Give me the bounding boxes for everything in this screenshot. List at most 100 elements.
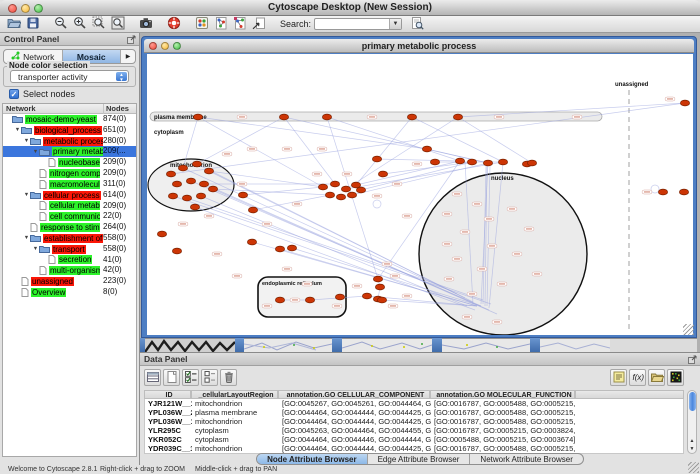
save-session-button[interactable] <box>23 17 42 32</box>
zoom-out-button[interactable] <box>51 17 70 32</box>
table-row[interactable]: YDR039C__1mitochondrion[GO:0044464, GO:0… <box>145 444 683 453</box>
unselect-attributes-button[interactable] <box>201 369 218 386</box>
import-attributes-button[interactable] <box>648 369 665 386</box>
network-node[interactable] <box>196 193 205 199</box>
tree-item-unassigned[interactable]: unassigned223(0) <box>3 276 136 287</box>
table-scrollbar[interactable]: ▲ ▼ <box>687 390 697 454</box>
table-row[interactable]: YPL036W__2plasma membrane[GO:0044464, GO… <box>145 408 683 417</box>
network-node[interactable] <box>377 297 386 303</box>
network-node[interactable] <box>527 160 536 166</box>
network-node[interactable] <box>190 204 199 210</box>
tree-expand-icon[interactable]: ▼ <box>32 246 39 252</box>
tree-item-establishment-of-lo[interactable]: ▼establishment of lo558(0) <box>3 233 136 244</box>
tree-item-macromolecule[interactable]: macromolecule311(0) <box>3 179 136 190</box>
tree-item-transport[interactable]: ▼transport558(0) <box>3 244 136 255</box>
network-node[interactable] <box>336 194 345 200</box>
tree-item-response-to-stimulu[interactable]: response to stimulu264(0) <box>3 222 136 233</box>
network-canvas[interactable]: plasma membranecytoplasmmitochondrionnuc… <box>147 54 693 335</box>
tree-item-mosaic-demo-yeast[interactable]: mosaic-demo-yeast874(0) <box>3 114 136 125</box>
attribute-table-button[interactable] <box>144 369 161 386</box>
help-button[interactable] <box>164 17 183 32</box>
network-node[interactable] <box>483 160 492 166</box>
network-node[interactable] <box>679 189 688 195</box>
tab-network-attribute-browser[interactable]: Network Attribute Browser <box>470 454 582 464</box>
network-node[interactable] <box>453 114 462 120</box>
network-node[interactable] <box>341 186 350 192</box>
tree-item-nitrogen-compo[interactable]: nitrogen compo209(0) <box>3 168 136 179</box>
network-node[interactable] <box>166 171 175 177</box>
delete-attribute-button[interactable] <box>220 369 237 386</box>
network-node[interactable] <box>305 297 314 303</box>
network-node[interactable] <box>680 100 689 106</box>
tab-node-attribute-browser[interactable]: Node Attribute Browser <box>257 454 368 464</box>
tree-expand-icon[interactable]: ▼ <box>23 192 30 198</box>
network-node[interactable] <box>422 146 431 152</box>
table-column-header[interactable]: annotation.GO MOLECULAR_FUNCTION <box>430 390 575 399</box>
network-node[interactable] <box>325 192 334 198</box>
tree-column-nodes[interactable]: Nodes <box>103 104 129 114</box>
network-node[interactable] <box>467 159 476 165</box>
tree-item-nucleobase-[interactable]: nucleobase-209(0) <box>3 157 136 168</box>
network-node[interactable] <box>347 192 356 198</box>
background-window-sliver[interactable] <box>342 338 432 352</box>
network-node[interactable] <box>330 181 339 187</box>
tree-expand-icon[interactable]: ▼ <box>23 235 30 241</box>
tree-expand-icon[interactable]: ▼ <box>14 127 21 133</box>
table-column-header[interactable]: annotation.GO CELLULAR_COMPONENT <box>278 390 430 399</box>
network-window-titlebar[interactable]: primary metabolic process <box>144 39 694 53</box>
network-node[interactable] <box>248 207 257 213</box>
tree-item-metabolic-process[interactable]: ▼metabolic process280(0) <box>3 136 136 147</box>
tree-expand-icon[interactable]: ▼ <box>23 138 30 144</box>
network-node[interactable] <box>247 239 256 245</box>
matrix-button[interactable] <box>667 369 684 386</box>
scroll-up-icon[interactable]: ▲ <box>688 437 696 445</box>
network-node[interactable] <box>186 178 195 184</box>
network-node[interactable] <box>275 246 284 252</box>
network-node[interactable] <box>172 248 181 254</box>
background-window-sliver[interactable] <box>540 338 610 352</box>
select-attributes-button[interactable] <box>182 369 199 386</box>
create-network-view-button[interactable] <box>211 17 230 32</box>
network-node[interactable] <box>322 114 331 120</box>
tree-item-cellular-process[interactable]: ▼cellular process614(0) <box>3 190 136 201</box>
window-resize-grip[interactable] <box>683 324 694 335</box>
table-row[interactable]: YKR052Ccytoplasm[GO:0044464, GO:0044446,… <box>145 435 683 444</box>
network-node[interactable] <box>193 114 202 120</box>
table-column-header[interactable] <box>575 390 684 399</box>
formula-builder-button[interactable]: f(x) <box>629 369 646 386</box>
network-node[interactable] <box>318 184 327 190</box>
zoom-selected-button[interactable] <box>89 17 108 32</box>
network-node[interactable] <box>498 159 507 165</box>
float-panel-icon[interactable] <box>127 35 136 48</box>
tree-item-secretion[interactable]: secretion41(0) <box>3 255 136 266</box>
zoom-in-button[interactable] <box>70 17 89 32</box>
network-node[interactable] <box>172 181 181 187</box>
tree-item-biological-process[interactable]: ▼biological_process651(0) <box>3 125 136 136</box>
tree-item-overview[interactable]: Overview8(0) <box>3 287 136 298</box>
network-node[interactable] <box>287 245 296 251</box>
annotation-button[interactable] <box>610 369 627 386</box>
node-color-dropdown[interactable]: transporter activity ▲▼ <box>10 70 129 83</box>
tree-item-cell-communicat[interactable]: cell communicat22(0) <box>3 211 136 222</box>
network-node[interactable] <box>356 187 365 193</box>
network-node[interactable] <box>182 195 191 201</box>
tree-expand-icon[interactable]: ▼ <box>32 149 39 155</box>
table-column-header[interactable]: ID <box>144 390 191 399</box>
search-options-button[interactable] <box>407 17 426 32</box>
tree-item-primary-metabo[interactable]: ▼primary metabo209(... <box>3 146 136 157</box>
table-row[interactable]: YLR295Ccytoplasm[GO:0045263, GO:0044464,… <box>145 426 683 435</box>
network-node[interactable] <box>208 186 217 192</box>
tab-edge-attribute-browser[interactable]: Edge Attribute Browser <box>368 454 471 464</box>
background-window-sliver[interactable] <box>442 338 530 352</box>
app-resize-grip[interactable] <box>688 462 699 473</box>
snapshot-button[interactable] <box>136 17 155 32</box>
network-node[interactable] <box>373 276 382 282</box>
network-node[interactable] <box>407 114 416 120</box>
network-node[interactable] <box>279 114 288 120</box>
network-node[interactable] <box>204 168 213 174</box>
scrollbar-thumb[interactable] <box>689 392 696 411</box>
table-row[interactable]: YJR121W__1mitochondrion[GO:0045267, GO:0… <box>145 399 683 408</box>
zoom-fit-button[interactable] <box>108 17 127 32</box>
network-node[interactable] <box>192 161 201 167</box>
tree-column-network[interactable]: Network <box>6 104 36 114</box>
